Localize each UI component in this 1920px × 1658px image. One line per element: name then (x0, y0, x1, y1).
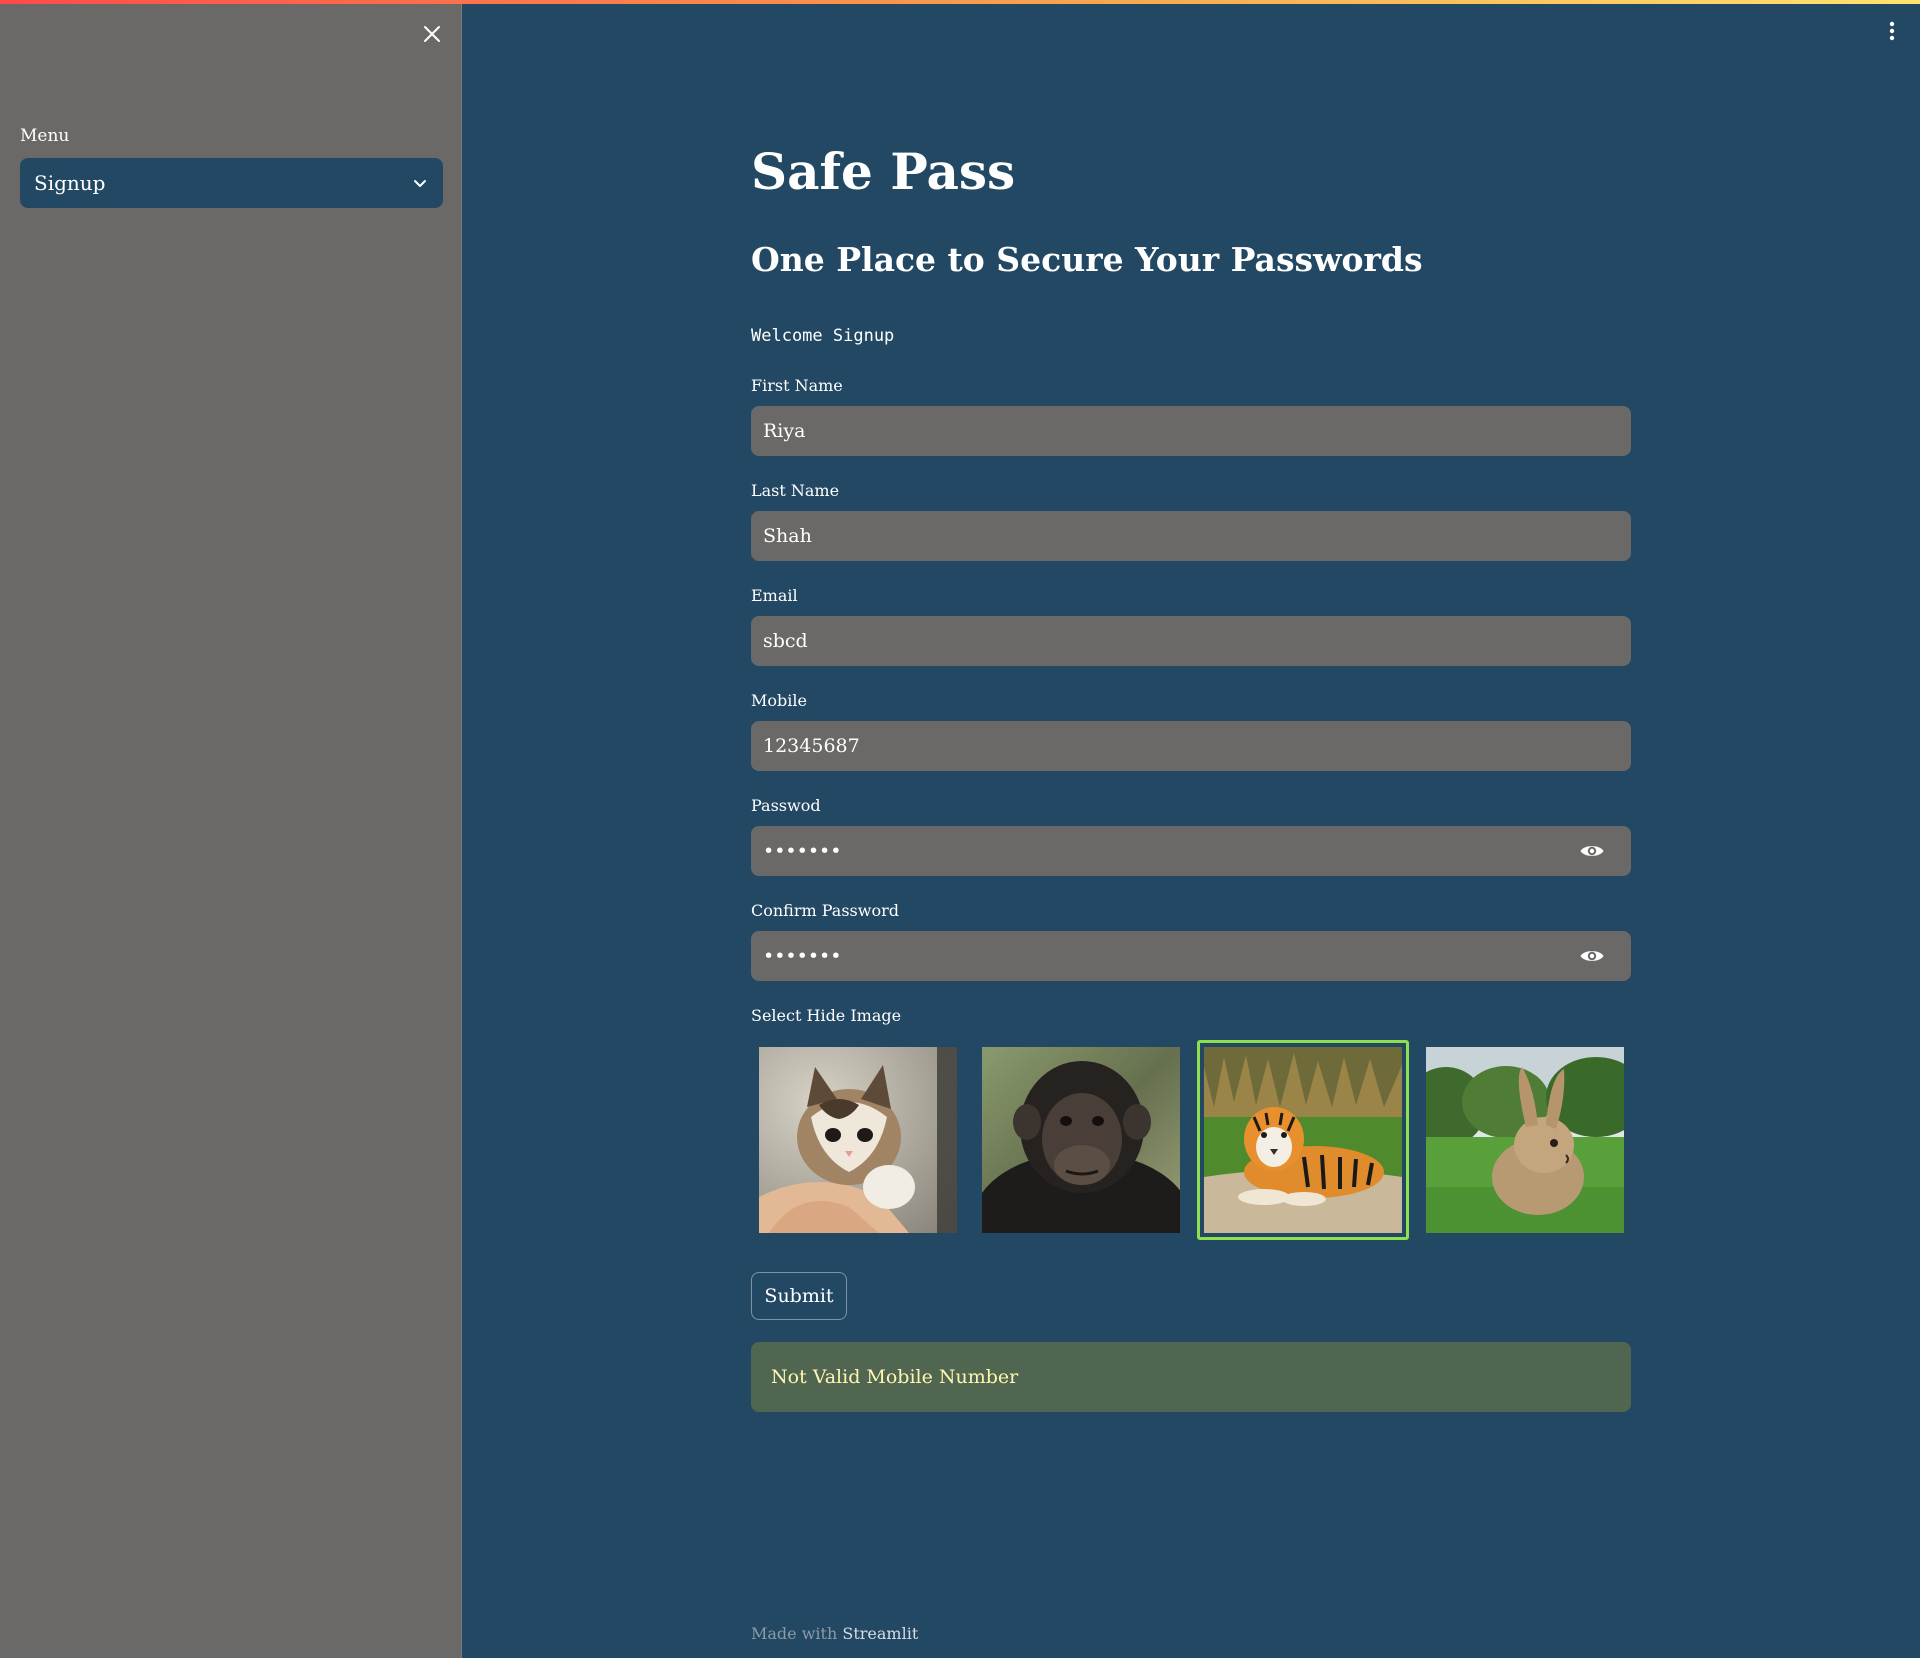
mobile-field (751, 721, 1631, 771)
error-alert: Not Valid Mobile Number (751, 1342, 1631, 1412)
password-field (751, 826, 1631, 876)
error-alert-text: Not Valid Mobile Number (771, 1366, 1019, 1388)
show-confirm-password-button[interactable] (1577, 941, 1607, 971)
eye-icon (1580, 951, 1604, 961)
mobile-input[interactable] (763, 721, 1619, 771)
rabbit-image (1426, 1047, 1624, 1233)
last-name-input[interactable] (763, 511, 1619, 561)
password-label: Passwod (751, 796, 821, 815)
menu-select[interactable]: Signup (20, 158, 443, 208)
confirm-password-input[interactable] (763, 931, 1577, 981)
welcome-text: Welcome Signup (751, 326, 895, 346)
eye-icon (1580, 846, 1604, 856)
kitten-image (759, 1047, 957, 1233)
email-input[interactable] (763, 616, 1619, 666)
main-menu-button[interactable] (1880, 14, 1904, 48)
image-option-kitten[interactable] (752, 1040, 964, 1240)
footer-prefix: Made with (751, 1624, 838, 1643)
confirm-password-field (751, 931, 1631, 981)
page-title: Safe Pass (751, 142, 1016, 201)
show-password-button[interactable] (1577, 836, 1607, 866)
last-name-label: Last Name (751, 481, 840, 500)
image-option-rabbit[interactable] (1419, 1040, 1631, 1240)
last-name-field (751, 511, 1631, 561)
menu-label: Menu (20, 126, 70, 146)
close-icon (424, 26, 440, 42)
first-name-label: First Name (751, 376, 843, 395)
image-option-chimpanzee[interactable] (975, 1040, 1187, 1240)
confirm-password-label: Confirm Password (751, 901, 899, 920)
page-subtitle: One Place to Secure Your Passwords (751, 240, 1423, 279)
image-option-tiger[interactable] (1197, 1040, 1409, 1240)
chimpanzee-image (982, 1047, 1180, 1233)
mobile-label: Mobile (751, 691, 807, 710)
more-vertical-icon (1889, 21, 1895, 41)
image-select-label: Select Hide Image (751, 1006, 902, 1025)
menu-selected-value: Signup (34, 171, 106, 195)
email-field (751, 616, 1631, 666)
email-label: Email (751, 586, 798, 605)
close-sidebar-button[interactable] (416, 18, 448, 50)
streamlit-link[interactable]: Streamlit (842, 1624, 918, 1643)
top-decoration-bar (0, 0, 1920, 4)
chevron-down-icon (414, 180, 426, 187)
tiger-image (1204, 1047, 1402, 1233)
submit-button[interactable]: Submit (751, 1272, 847, 1320)
footer: Made with Streamlit (751, 1624, 918, 1643)
sidebar: Menu Signup (0, 0, 462, 1658)
first-name-input[interactable] (763, 406, 1619, 456)
first-name-field (751, 406, 1631, 456)
password-input[interactable] (763, 826, 1577, 876)
